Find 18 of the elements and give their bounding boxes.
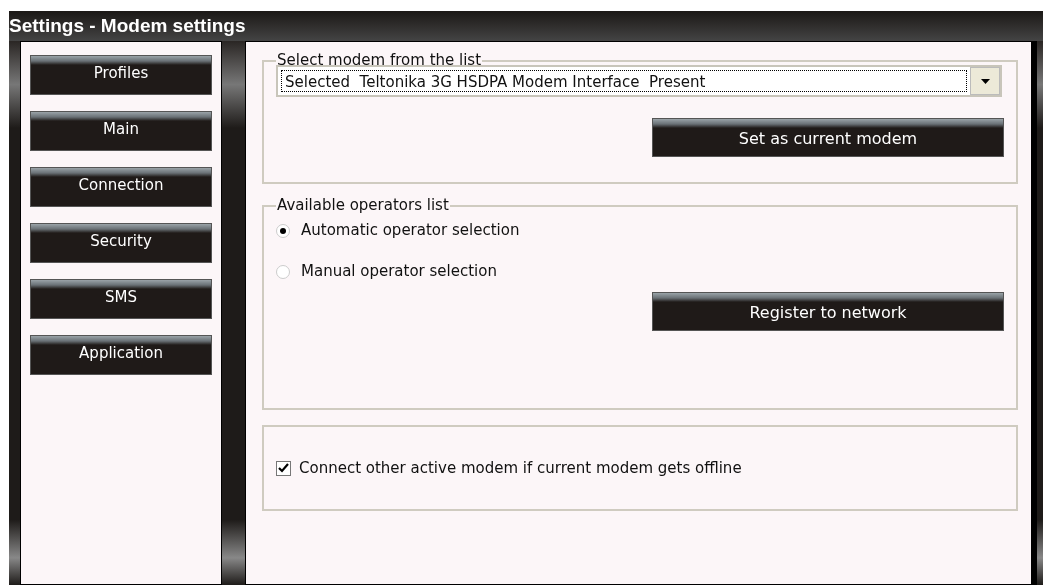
sidebar-button[interactable]: Security (30, 223, 212, 263)
sidebar-button[interactable]: Application (30, 335, 212, 375)
sidebar-button[interactable]: SMS (30, 279, 212, 319)
sidebar-button[interactable]: Profiles (30, 55, 212, 95)
check-icon (278, 463, 289, 473)
set-current-modem-button[interactable]: Set as current modem (652, 118, 1004, 157)
modem-dropdown[interactable]: Selected Teltonika 3G HSDPA Modem Interface Present (276, 65, 1002, 97)
radio-button[interactable] (276, 223, 290, 238)
sidebar-button[interactable]: Main (30, 111, 212, 151)
sidebar-button[interactable]: Connection (30, 167, 212, 207)
group-legend: Available operators list (276, 198, 450, 213)
radio-button[interactable] (276, 264, 290, 279)
checkbox[interactable] (276, 460, 291, 476)
checkbox-label: Connect other active modem if current modem gets offline (299, 457, 742, 479)
radio-label: Manual operator selection (301, 261, 497, 283)
group-legend: Select modem from the list (276, 53, 483, 68)
register-network-button[interactable]: Register to network (652, 292, 1004, 331)
radio-label: Automatic operator selection (301, 220, 520, 242)
